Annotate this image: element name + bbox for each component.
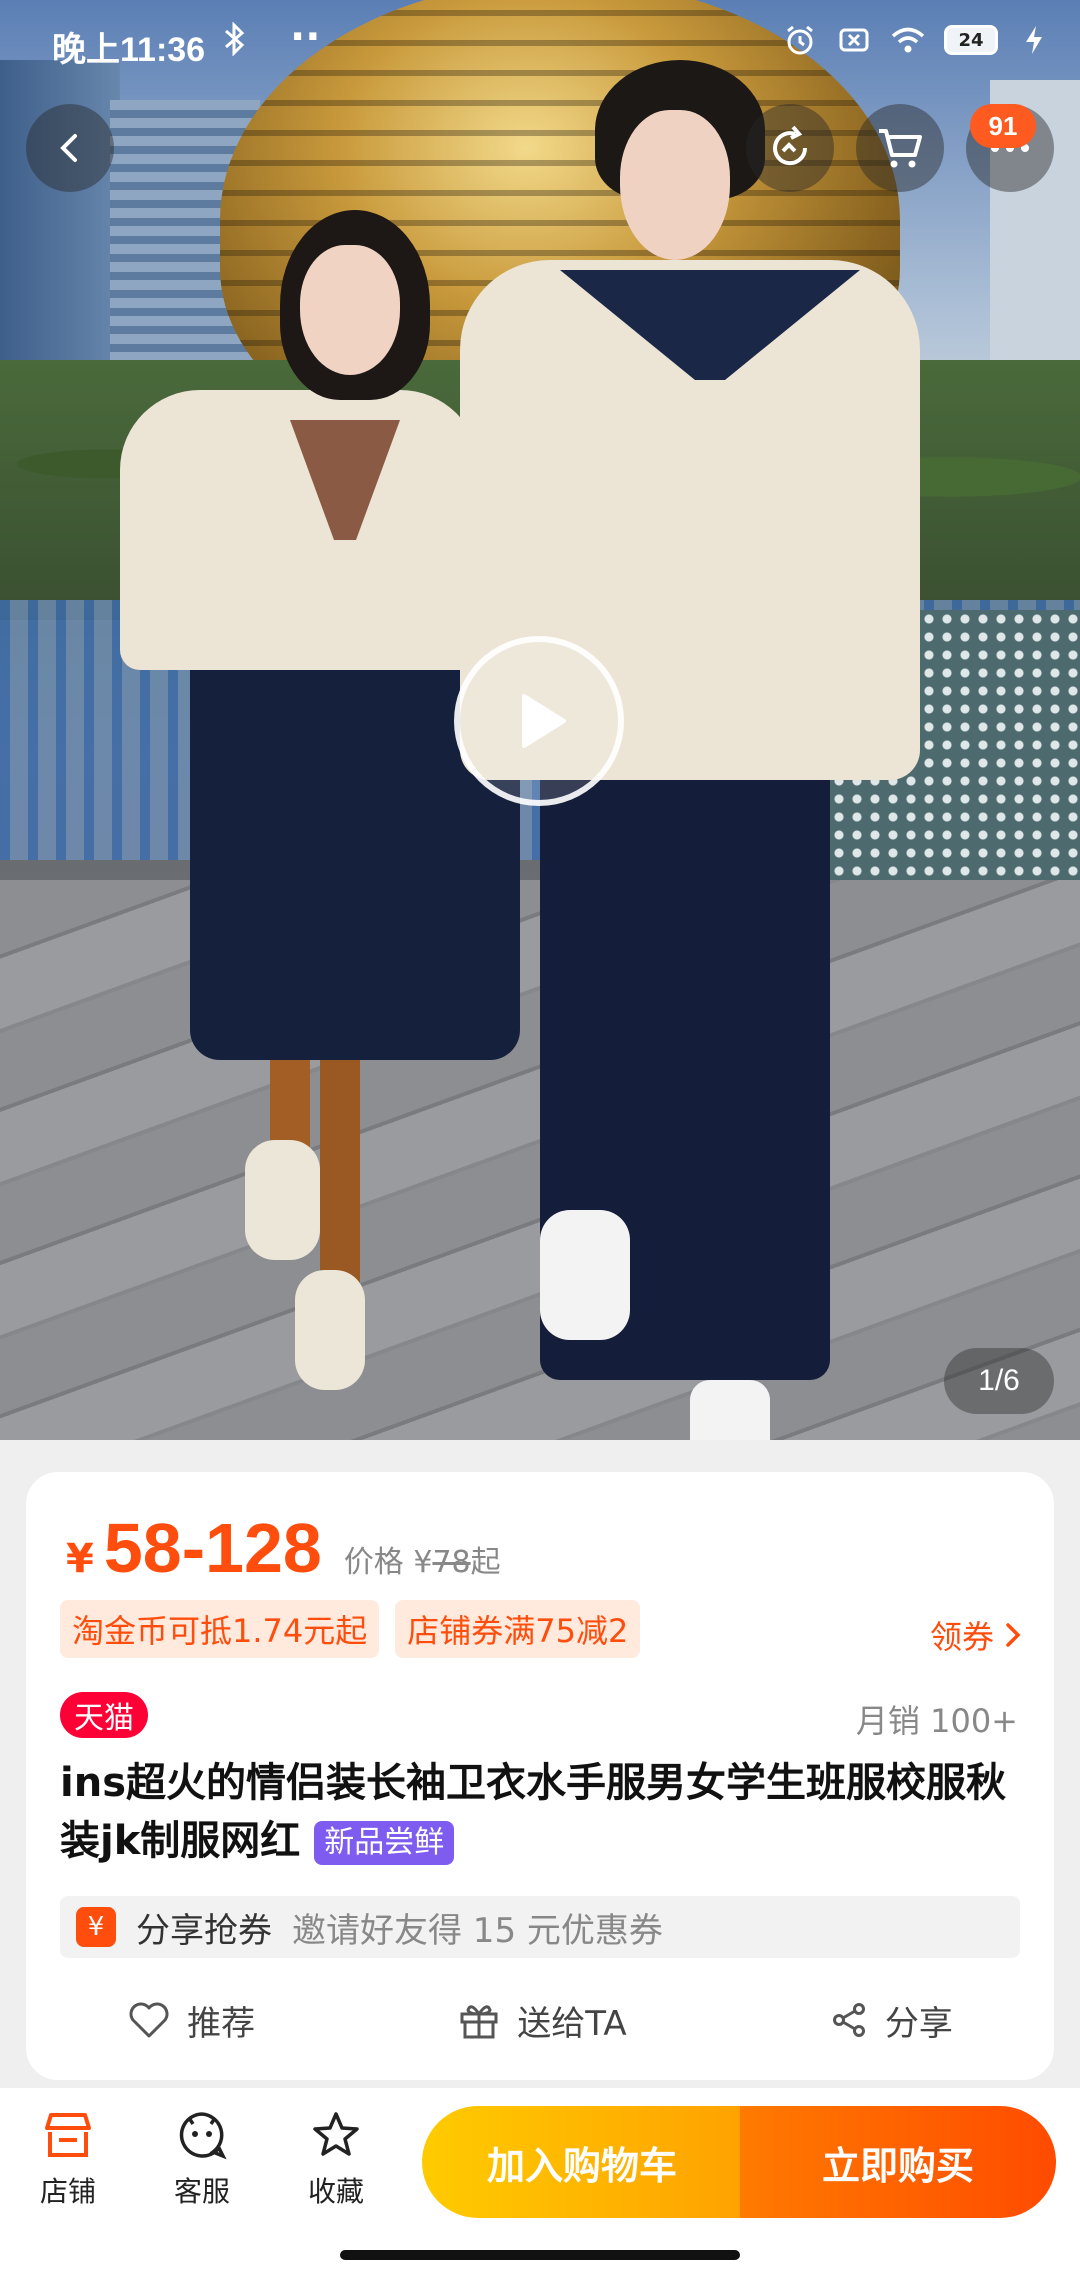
bluetooth-icon — [222, 21, 246, 64]
model-girl-face — [300, 245, 400, 375]
recommend-button[interactable]: 推荐 — [127, 1996, 255, 2045]
no-sim-icon — [836, 22, 872, 58]
wifi-icon — [890, 22, 926, 58]
history-button[interactable] — [746, 104, 834, 192]
cart-icon — [879, 129, 922, 168]
gift-button[interactable]: 送给TA — [457, 1996, 627, 2045]
model-boy-shoe — [690, 1380, 770, 1440]
original-price-label: 价格 ¥ — [343, 1545, 433, 1580]
service-icon — [179, 2112, 227, 2160]
favorite-button[interactable]: 收藏 — [286, 2110, 386, 2210]
shop-button[interactable]: 店铺 — [18, 2110, 118, 2210]
share-label: 分享 — [884, 2003, 953, 2044]
product-title-text: ins超火的情侣装长袖卫衣水手服男女学生班服校服秋装jk制服网红 — [60, 1760, 1006, 1864]
share-button[interactable]: 分享 — [829, 1996, 953, 2045]
star-icon — [313, 2112, 359, 2156]
get-coupon-link[interactable]: 领券 — [930, 1612, 1024, 1658]
original-price-suffix: 起 — [470, 1545, 501, 1580]
product-info-card: ¥ 58-128 价格 ¥78起 淘金币可抵1.74元起 店铺券满75减2 领券… — [26, 1472, 1054, 2080]
model-girl-shoe — [295, 1270, 365, 1390]
share-coupon-banner[interactable]: ¥ 分享抢券 邀请好友得 15 元优惠券 — [60, 1896, 1020, 1958]
store-icon — [45, 2113, 91, 2157]
more-status-icon: ·· — [290, 14, 321, 60]
home-indicator[interactable] — [340, 2250, 740, 2260]
share-coupon-label: 分享抢券 — [136, 1910, 272, 1951]
model-boy-shoe — [540, 1210, 630, 1340]
share-icon — [832, 2003, 865, 2037]
currency-symbol: ¥ — [66, 1536, 94, 1582]
monthly-sales: 月销 100+ — [855, 1702, 1018, 1740]
back-button[interactable] — [26, 104, 114, 192]
image-pager: 1/6 — [944, 1348, 1054, 1414]
new-product-tag: 新品尝鲜 — [314, 1821, 455, 1865]
get-coupon-label: 领券 — [929, 1618, 994, 1656]
model-boy-face — [620, 110, 730, 260]
charging-icon — [1016, 22, 1052, 58]
recommend-label: 推荐 — [187, 2003, 256, 2044]
original-price: 价格 ¥78起 — [344, 1537, 501, 1581]
model-girl-shoe — [245, 1140, 320, 1260]
refresh-history-icon — [773, 125, 808, 166]
battery-icon: 24 — [944, 25, 998, 55]
status-time: 晚上11:36 — [52, 31, 206, 69]
customer-service-button[interactable]: 客服 — [152, 2110, 252, 2210]
original-price-value: 78 — [432, 1545, 471, 1580]
play-icon — [522, 694, 566, 748]
message-count-badge: 91 — [970, 104, 1036, 148]
buy-now-button[interactable]: 立即购买 — [740, 2106, 1056, 2218]
price-range: 58-128 — [103, 1509, 322, 1587]
product-title: ins超火的情侣装长袖卫衣水手服男女学生班服校服秋装jk制服网红 新品尝鲜 — [60, 1754, 1030, 1870]
gift-label: 送给TA — [517, 2003, 627, 2044]
coupon-icon: ¥ — [76, 1907, 116, 1947]
play-video-button[interactable] — [454, 636, 624, 806]
customer-service-label: 客服 — [173, 2175, 230, 2208]
promo-tag-coins[interactable]: 淘金币可抵1.74元起 — [60, 1600, 380, 1658]
share-coupon-desc: 邀请好友得 15 元优惠券 — [292, 1910, 663, 1951]
alarm-icon — [782, 22, 818, 58]
favorite-label: 收藏 — [307, 2175, 364, 2208]
price-row: ¥ 58-128 价格 ¥78起 — [66, 1508, 501, 1588]
tmall-badge: 天猫 — [60, 1692, 148, 1738]
cart-button[interactable] — [856, 104, 944, 192]
shop-label: 店铺 — [39, 2175, 96, 2208]
product-actions: 推荐 送给TA 分享 — [26, 1980, 1054, 2060]
chevron-right-icon — [1006, 1623, 1021, 1647]
back-arrow-icon — [60, 134, 77, 162]
add-to-cart-button[interactable]: 加入购物车 — [422, 2106, 742, 2218]
heart-icon — [129, 2002, 169, 2038]
gift-icon — [460, 2005, 498, 2039]
promo-tag-store-coupon[interactable]: 店铺券满75减2 — [395, 1600, 641, 1658]
status-bar: 晚上11:36 ·· 24 — [0, 0, 1080, 88]
promo-tags: 淘金币可抵1.74元起 店铺券满75减2 — [60, 1600, 641, 1658]
